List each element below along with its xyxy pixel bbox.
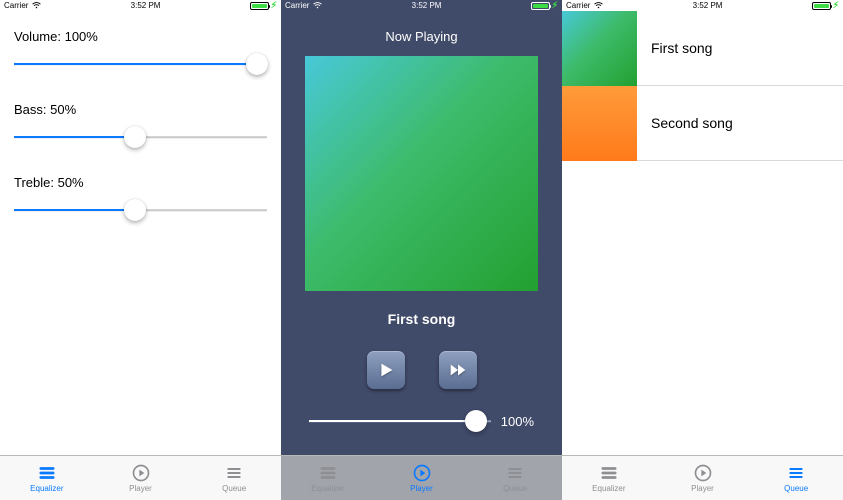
now-playing-label: Now Playing: [385, 29, 457, 44]
queue-icon: [223, 463, 245, 483]
charging-icon: ⚡︎: [271, 1, 277, 10]
queue-row[interactable]: Second song: [562, 86, 843, 161]
carrier-label: Carrier: [566, 1, 590, 10]
tab-equalizer[interactable]: Equalizer: [0, 456, 94, 500]
tab-equalizer-label: Equalizer: [311, 484, 344, 493]
wifi-icon: [594, 2, 603, 9]
battery-icon: [812, 2, 831, 10]
album-art: [305, 56, 538, 291]
bass-slider[interactable]: [14, 127, 267, 147]
tab-equalizer[interactable]: Equalizer: [562, 456, 656, 500]
clock-label: 3:52 PM: [131, 1, 161, 10]
queue-icon: [785, 463, 807, 483]
battery-icon: [531, 2, 550, 10]
bass-row: Bass: 50%: [14, 102, 267, 147]
wifi-icon: [313, 2, 322, 9]
play-icon: [375, 359, 397, 381]
carrier-label: Carrier: [4, 1, 28, 10]
wifi-icon: [32, 2, 41, 9]
tab-queue-label: Queue: [784, 484, 808, 493]
battery-icon: [250, 2, 269, 10]
charging-icon: ⚡︎: [552, 1, 558, 10]
carrier-label: Carrier: [285, 1, 309, 10]
volume-label: Volume: 100%: [14, 29, 267, 44]
forward-icon: [447, 359, 469, 381]
queue-icon: [504, 463, 526, 483]
treble-slider[interactable]: [14, 200, 267, 220]
tab-queue-label: Queue: [503, 484, 527, 493]
status-bar: Carrier 3:52 PM ⚡︎: [0, 0, 281, 11]
volume-slider[interactable]: [14, 54, 267, 74]
bass-label: Bass: 50%: [14, 102, 267, 117]
play-button[interactable]: [367, 351, 405, 389]
player-volume-slider[interactable]: [309, 411, 491, 431]
phone-equalizer: Carrier 3:52 PM ⚡︎ Volume: 100% Bass: 50…: [0, 0, 281, 500]
status-bar: Carrier 3:52 PM ⚡︎: [562, 0, 843, 11]
equalizer-pane: Volume: 100% Bass: 50% Treble: 50%: [0, 11, 281, 455]
song-title: First song: [388, 311, 456, 327]
queue-row[interactable]: First song: [562, 11, 843, 86]
status-bar: Carrier 3:52 PM ⚡︎: [281, 0, 562, 11]
charging-icon: ⚡︎: [833, 1, 839, 10]
tab-queue[interactable]: Queue: [749, 456, 843, 500]
equalizer-icon: [598, 463, 620, 483]
equalizer-icon: [36, 463, 58, 483]
phone-queue: Carrier 3:52 PM ⚡︎ First song Second son…: [562, 0, 843, 500]
treble-row: Treble: 50%: [14, 175, 267, 220]
tab-bar: Equalizer Player Queue: [281, 455, 562, 500]
next-button[interactable]: [439, 351, 477, 389]
tab-equalizer[interactable]: Equalizer: [281, 456, 375, 500]
clock-label: 3:52 PM: [412, 1, 442, 10]
equalizer-icon: [317, 463, 339, 483]
player-icon: [130, 463, 152, 483]
tab-queue-label: Queue: [222, 484, 246, 493]
tab-player-label: Player: [691, 484, 714, 493]
clock-label: 3:52 PM: [693, 1, 723, 10]
volume-percent-label: 100%: [501, 414, 534, 429]
player-icon: [692, 463, 714, 483]
treble-label: Treble: 50%: [14, 175, 267, 190]
tab-queue[interactable]: Queue: [468, 456, 562, 500]
queue-title: First song: [637, 40, 712, 56]
tab-queue[interactable]: Queue: [187, 456, 281, 500]
player-icon: [411, 463, 433, 483]
player-controls: [367, 351, 477, 389]
queue-title: Second song: [637, 115, 733, 131]
tab-player-label: Player: [410, 484, 433, 493]
volume-row: 100%: [301, 411, 542, 431]
phone-player: Carrier 3:52 PM ⚡︎ Now Playing First son…: [281, 0, 562, 500]
volume-row: Volume: 100%: [14, 29, 267, 74]
queue-art: [562, 11, 637, 86]
player-pane: Now Playing First song 100%: [281, 11, 562, 455]
tab-player[interactable]: Player: [94, 456, 188, 500]
tab-player[interactable]: Player: [375, 456, 469, 500]
tab-bar: Equalizer Player Queue: [562, 455, 843, 500]
tab-player-label: Player: [129, 484, 152, 493]
queue-art: [562, 86, 637, 161]
tab-player[interactable]: Player: [656, 456, 750, 500]
tab-bar: Equalizer Player Queue: [0, 455, 281, 500]
tab-equalizer-label: Equalizer: [30, 484, 63, 493]
queue-pane: First song Second song: [562, 11, 843, 455]
tab-equalizer-label: Equalizer: [592, 484, 625, 493]
